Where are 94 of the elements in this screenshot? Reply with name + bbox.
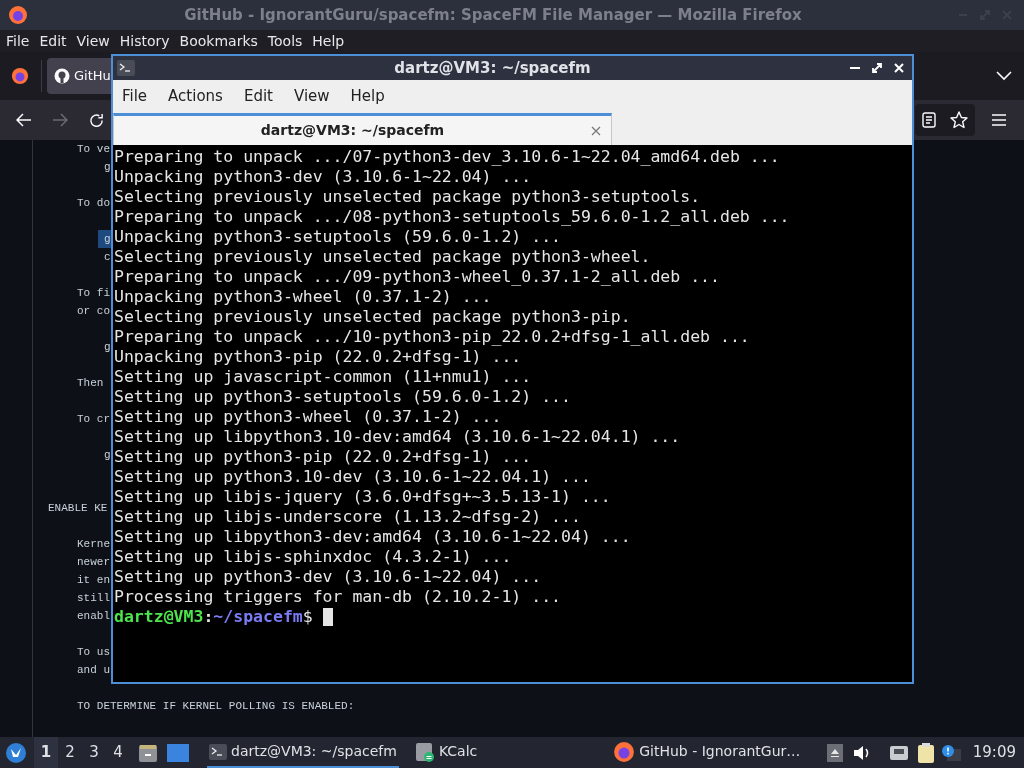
text-line: newer <box>77 555 110 570</box>
output-line: Setting up libpython3.10-dev:amd64 (3.10.6-1~22.04.1) ... <box>114 427 682 447</box>
star-icon[interactable] <box>950 111 968 129</box>
text-line: TO DETERMINE IF KERNEL POLLING IS ENABLED: <box>77 699 355 714</box>
output-line: Setting up python3-pip (22.0.2+dfsg-1) ... <box>114 447 533 467</box>
firefox-icon[interactable] <box>11 67 29 85</box>
output-line: Preparing to unpack .../08-python3-setuptools_59.6.0-1.2_all.deb ... <box>114 207 791 227</box>
output-line: Selecting previously unselected package python3-wheel. <box>114 247 652 267</box>
text-line: and u <box>77 663 110 678</box>
output-line: Setting up javascript-common (11+nmu1) ... <box>114 367 533 387</box>
eject-icon[interactable] <box>826 743 843 762</box>
window-icon[interactable] <box>167 743 189 762</box>
code-line: g <box>104 340 111 355</box>
workspace-button[interactable]: 4 <box>106 737 130 768</box>
menu-item[interactable]: Help <box>312 30 345 52</box>
menu-item[interactable]: View <box>76 30 110 52</box>
workspace-button[interactable]: 1 <box>34 737 58 768</box>
clock[interactable]: 19:09 <box>972 741 1016 764</box>
output-line: Unpacking python3-wheel (0.37.1-2) ... <box>114 287 493 307</box>
output-line: Unpacking python3-setuptools (59.6.0-1.2) ... <box>114 227 563 247</box>
text-line: To ve <box>77 142 110 157</box>
output-line: Selecting previously unselected package python3-setuptools. <box>114 187 702 207</box>
code-line: g <box>104 448 111 463</box>
menu-item[interactable]: Help <box>350 85 385 108</box>
text-line: enabl <box>77 609 110 624</box>
firefox-icon <box>613 740 636 763</box>
menu-item[interactable]: View <box>293 85 330 108</box>
text-line: still <box>77 591 110 606</box>
output-line: Setting up libpython3-dev:amd64 (3.10.6-1~22.04) ... <box>114 527 632 547</box>
text-line: To do <box>77 196 110 211</box>
taskbar-button[interactable]: GitHub - IgnorantGur… <box>611 737 803 768</box>
taskbar-button[interactable]: KCalc <box>412 737 480 768</box>
calculator-icon <box>414 741 435 762</box>
window-title: dartz@VM3: ~/spacefm <box>393 57 592 79</box>
prompt-separator: : <box>203 607 214 627</box>
workspace-button[interactable]: 3 <box>82 737 106 768</box>
output-line: Setting up libjs-underscore (1.13.2~dfsg-2) ... <box>114 507 582 527</box>
reload-icon[interactable] <box>89 112 104 128</box>
menu-item[interactable]: Bookmarks <box>179 30 258 52</box>
notification-icon[interactable] <box>940 743 961 762</box>
menu-item[interactable]: Edit <box>39 30 67 52</box>
tab-title: GitHu <box>74 67 111 86</box>
network-icon[interactable] <box>888 744 909 761</box>
terminal-tab[interactable]: dartz@VM3: ~/spacefm <box>113 113 612 145</box>
prompt-symbol: $ <box>302 607 313 627</box>
taskbar-button[interactable]: dartz@VM3: ~/spacefm <box>207 737 399 768</box>
text-line: Kerne <box>77 537 110 552</box>
output-line: Setting up python3-dev (3.10.6-1~22.04) ... <box>114 567 543 587</box>
output-line: Preparing to unpack .../09-python3-wheel_0.37.1-2_all.deb ... <box>114 267 721 287</box>
output-line: Setting up python3-wheel (0.37.1-2) ... <box>114 407 503 427</box>
menu-item[interactable]: File <box>122 85 148 108</box>
back-icon[interactable] <box>16 113 32 127</box>
prompt-path: ~/spacefm <box>213 607 303 627</box>
menu-item[interactable]: Actions <box>168 85 223 108</box>
section-heading: ENABLE KE <box>48 501 108 516</box>
output-line: Selecting previously unselected package python3-pip. <box>114 307 632 327</box>
menu-item[interactable]: Edit <box>243 85 273 108</box>
output-line: Processing triggers for man-db (2.10.2-1) ... <box>114 587 563 607</box>
forward-icon[interactable] <box>52 113 68 127</box>
reader-view-icon[interactable] <box>922 112 936 128</box>
menu-icon[interactable] <box>991 113 1007 127</box>
volume-icon[interactable] <box>852 744 871 761</box>
chevron-down-icon[interactable] <box>996 71 1012 81</box>
firefox-icon <box>8 5 28 25</box>
output-line: Setting up python3-setuptools (59.6.0-1.2) ... <box>114 387 572 407</box>
prompt-user: dartz@VM3 <box>114 607 204 627</box>
output-line: Unpacking python3-pip (22.0.2+dfsg-1) ... <box>114 347 523 367</box>
menu-item[interactable]: History <box>119 30 170 52</box>
text-line: Then <box>77 376 104 391</box>
start-menu-icon[interactable] <box>6 742 26 763</box>
clipboard-icon[interactable] <box>916 741 935 764</box>
file-cabinet-icon[interactable] <box>138 742 158 763</box>
workspace-button[interactable]: 2 <box>58 737 82 768</box>
browser-tab[interactable]: GitHu <box>47 58 112 94</box>
menu-item[interactable]: Tools <box>267 30 303 52</box>
code-line: c <box>104 250 111 265</box>
output-line: Preparing to unpack .../07-python3-dev_3.10.6-1~22.04_amd64.deb ... <box>114 147 781 167</box>
window-title: GitHub - IgnorantGuru/spacefm: SpaceFM File Manager — Mozilla Firefox <box>183 4 803 26</box>
output-line: Setting up libjs-sphinxdoc (4.3.2-1) ... <box>114 547 513 567</box>
terminal-icon <box>117 60 135 76</box>
output-line: Unpacking python3-dev (3.10.6-1~22.04) ... <box>114 167 533 187</box>
menu-item[interactable]: File <box>6 30 30 52</box>
github-icon <box>54 68 70 84</box>
text-line: To us <box>77 645 110 660</box>
text-line: To fi <box>77 286 110 301</box>
text-line: it en <box>77 573 110 588</box>
code-line: g <box>104 160 111 175</box>
text-line: To cr <box>77 412 110 427</box>
text-line: or co <box>77 304 110 319</box>
output-line: Setting up python3.10-dev (3.10.6-1~22.04.1) ... <box>114 467 592 487</box>
output-line: Setting up libjs-jquery (3.6.0+dfsg+~3.5.13-1) ... <box>114 487 612 507</box>
terminal-icon <box>209 743 227 760</box>
cursor <box>322 608 333 626</box>
output-line: Preparing to unpack .../10-python3-pip_22.0.2+dfsg-1_all.deb ... <box>114 327 751 347</box>
